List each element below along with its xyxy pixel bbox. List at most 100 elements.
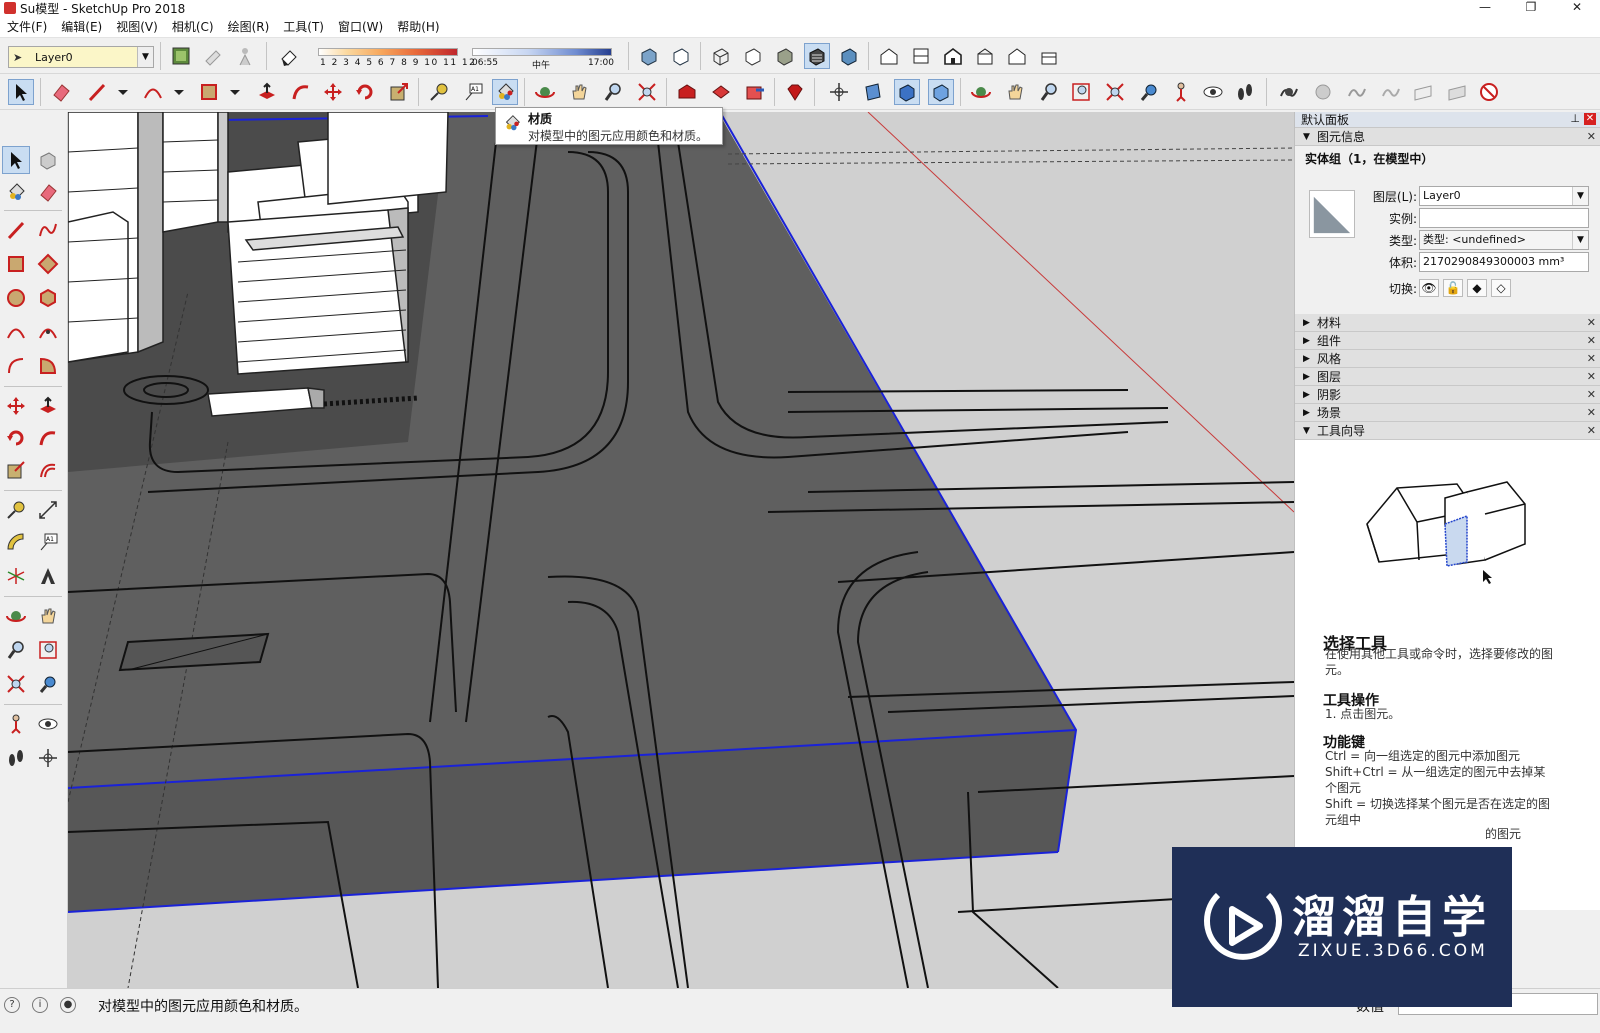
push-pull-tool-icon[interactable] [34,392,62,420]
orbit-tool-2-icon[interactable] [968,79,994,105]
close-icon[interactable]: ✕ [1587,334,1596,347]
pie-tool-icon[interactable] [34,352,62,380]
zoom-window-icon[interactable] [34,636,62,664]
extension-warehouse-icon[interactable] [742,79,768,105]
polygon-tool-icon[interactable] [34,284,62,312]
close-icon[interactable]: ✕ [1587,424,1596,437]
menu-draw[interactable]: 绘图(R) [221,18,277,35]
close-icon[interactable]: ✕ [1587,370,1596,383]
cast-shadows-icon[interactable]: ◇ [1491,279,1511,297]
panel-instructor[interactable]: ▼ 工具向导 ✕ [1295,422,1600,440]
monochrome-icon[interactable] [836,43,862,69]
eraser-tool-icon[interactable] [48,79,74,105]
chevron-down-icon[interactable]: ▼ [1572,187,1588,205]
hidden-line-icon[interactable] [740,43,766,69]
freehand-tool-icon[interactable] [34,216,62,244]
section-plane-icon[interactable] [34,744,62,772]
chevron-down-icon[interactable] [222,79,248,105]
dimension-tool-icon[interactable] [34,496,62,524]
drape-icon[interactable] [1410,79,1436,105]
entity-info-header[interactable]: ▼ 图元信息 ✕ [1295,128,1600,146]
circle-tool-icon[interactable] [2,284,30,312]
3d-text-tool-icon[interactable] [34,562,62,590]
protractor-tool-icon[interactable] [2,528,30,556]
time-slider[interactable] [472,48,612,56]
panel-materials[interactable]: ▶ 材料 ✕ [1295,314,1600,332]
offset-tool-icon[interactable] [34,456,62,484]
walk-icon[interactable] [2,744,30,772]
line-tool-icon[interactable] [84,79,110,105]
rotated-rectangle-icon[interactable] [34,250,62,278]
menu-view[interactable]: 视图(V) [109,18,165,35]
arc-tool-icon[interactable] [2,318,30,346]
rotate-tool-icon[interactable] [2,424,30,452]
orbit-tool-icon[interactable] [532,79,558,105]
xray-style-icon[interactable] [636,43,662,69]
text-tool-icon[interactable]: A1 [460,79,486,105]
arc-tool-icon[interactable] [140,79,166,105]
previous-view-icon[interactable] [1136,79,1162,105]
display-section-planes-icon[interactable] [894,79,920,105]
geo-location-icon[interactable]: ? [4,997,20,1013]
close-button[interactable]: ✕ [1554,0,1600,16]
follow-me-tool-icon[interactable] [288,79,314,105]
menu-file[interactable]: 文件(F) [0,18,54,35]
move-tool-icon[interactable] [320,79,346,105]
pencil-layer-icon[interactable] [200,43,226,69]
rectangle-tool-icon[interactable] [196,79,222,105]
move-tool-icon[interactable] [2,392,30,420]
lock-icon[interactable]: 🔓 [1443,279,1463,297]
pan-tool-2-icon[interactable] [1002,79,1028,105]
scale-tool-icon[interactable] [2,456,30,484]
sandbox-scratch-icon[interactable] [1310,79,1336,105]
paint-bucket-tool-icon[interactable] [2,178,30,206]
ruby-console-icon[interactable] [782,79,808,105]
close-icon[interactable]: ✕ [1587,352,1596,365]
user-account-icon[interactable]: ● [60,997,76,1013]
pan-tool-icon[interactable] [34,602,62,630]
axes-tool-icon[interactable] [826,79,852,105]
wireframe-icon[interactable] [708,43,734,69]
warehouse-icon[interactable] [674,79,700,105]
type-select[interactable]: 类型: <undefined> ▼ [1419,230,1589,250]
sandbox-from-contours-icon[interactable] [1276,79,1302,105]
pan-tool-icon[interactable] [566,79,592,105]
zoom-extents-tool-icon[interactable] [2,670,30,698]
zoom-tool-icon[interactable] [2,636,30,664]
zoom-tool-2-icon[interactable] [1036,79,1062,105]
panel-layers[interactable]: ▶ 图层 ✕ [1295,368,1600,386]
zoom-window-icon[interactable] [1068,79,1094,105]
axes-tool-icon[interactable] [2,562,30,590]
minimize-button[interactable]: — [1462,0,1508,16]
panel-shadows[interactable]: ▶ 阴影 ✕ [1295,386,1600,404]
right-view-icon[interactable] [972,43,998,69]
close-icon[interactable]: ✕ [1587,406,1596,419]
chevron-down-icon[interactable] [110,79,136,105]
previous-view-icon[interactable] [34,670,62,698]
front-view-icon[interactable] [940,43,966,69]
line-tool-icon[interactable] [2,216,30,244]
position-camera-icon[interactable] [2,710,30,738]
flip-edge-icon[interactable] [1476,79,1502,105]
date-slider[interactable] [318,48,458,56]
iso-view-icon[interactable] [876,43,902,69]
chevron-down-icon[interactable]: ▼ [1572,231,1588,249]
zoom-extents-tool-icon[interactable] [634,79,660,105]
shaded-icon[interactable] [772,43,798,69]
orbit-tool-icon[interactable] [2,602,30,630]
layer-dropdown[interactable]: ➤ Layer0 ▼ [8,46,154,68]
menu-edit[interactable]: 编辑(E) [54,18,109,35]
rectangle-tool-icon[interactable] [2,250,30,278]
pin-icon[interactable]: ⊥ [1570,112,1580,125]
restore-button[interactable]: ❐ [1508,0,1554,16]
smoove-icon[interactable] [1344,79,1370,105]
make-component-icon[interactable] [34,146,62,174]
shadow-toggle-icon[interactable] [276,43,302,69]
add-detail-icon[interactable] [1444,79,1470,105]
text-tool-icon[interactable]: A1 [34,528,62,556]
shadow-settings[interactable]: 1 2 3 4 5 6 7 8 9 10 11 12 06:55 中午 17:0… [318,44,618,71]
layer-select[interactable]: Layer0 ▼ [1419,186,1589,206]
stamp-icon[interactable] [1378,79,1404,105]
three-point-arc-icon[interactable] [2,352,30,380]
close-icon[interactable]: ✕ [1587,316,1596,329]
